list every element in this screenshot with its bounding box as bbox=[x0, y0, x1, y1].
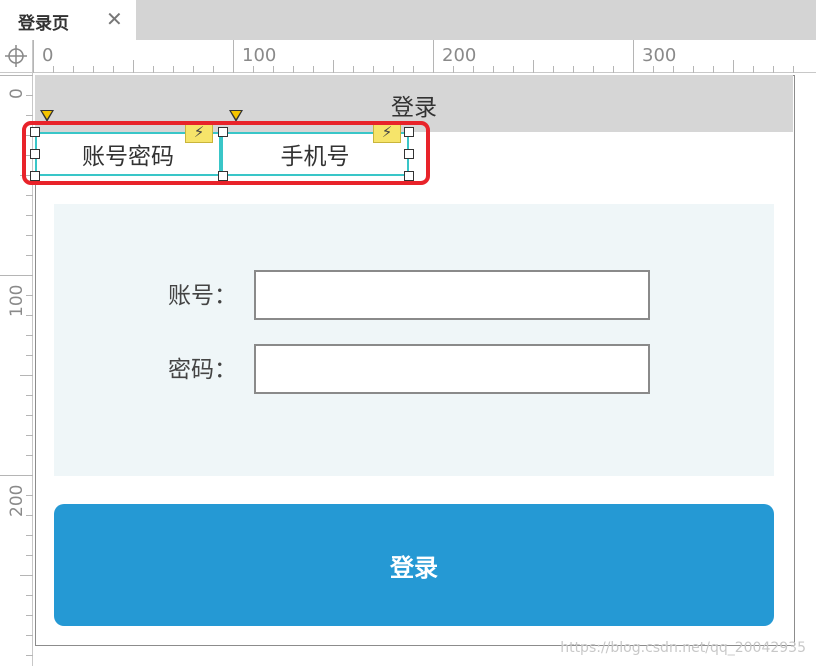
login-button[interactable]: 登录 bbox=[54, 504, 774, 626]
ruler-label-v100: 100 bbox=[7, 284, 27, 317]
ruler-label-200: 200 bbox=[442, 45, 477, 66]
tab-title: 登录页 bbox=[18, 14, 69, 34]
horizontal-ruler-ticks bbox=[33, 40, 794, 73]
selection-highlight bbox=[22, 121, 430, 185]
close-icon[interactable]: ✕ bbox=[106, 7, 123, 31]
account-input[interactable] bbox=[254, 270, 650, 320]
ruler-label-v0: 0 bbox=[7, 88, 27, 99]
page-title: 登录 bbox=[391, 95, 437, 121]
watermark: https://blog.csdn.net/qq_20042935 bbox=[560, 640, 806, 656]
ruler-label-v200: 200 bbox=[7, 484, 27, 517]
password-label: 密码： bbox=[168, 357, 237, 383]
ruler-label-300: 300 bbox=[642, 45, 677, 66]
tab-login-page[interactable]: 登录页 ✕ bbox=[0, 0, 136, 40]
account-label: 账号： bbox=[168, 283, 237, 309]
ruler-label-100: 100 bbox=[242, 45, 277, 66]
ruler-corner[interactable] bbox=[0, 40, 33, 73]
password-input[interactable] bbox=[254, 344, 650, 394]
horizontal-ruler[interactable]: 0 100 200 300 bbox=[33, 40, 816, 73]
design-canvas[interactable]: 登录 账号密码 手机号 ⚡ ⚡ 账号： 密码： 登录 bbox=[22, 73, 816, 666]
tab-bar: 登录页 ✕ bbox=[0, 0, 816, 40]
login-form-panel: 账号： 密码： bbox=[54, 204, 774, 476]
crosshair-icon bbox=[5, 45, 27, 67]
ruler-label-0: 0 bbox=[42, 45, 54, 66]
